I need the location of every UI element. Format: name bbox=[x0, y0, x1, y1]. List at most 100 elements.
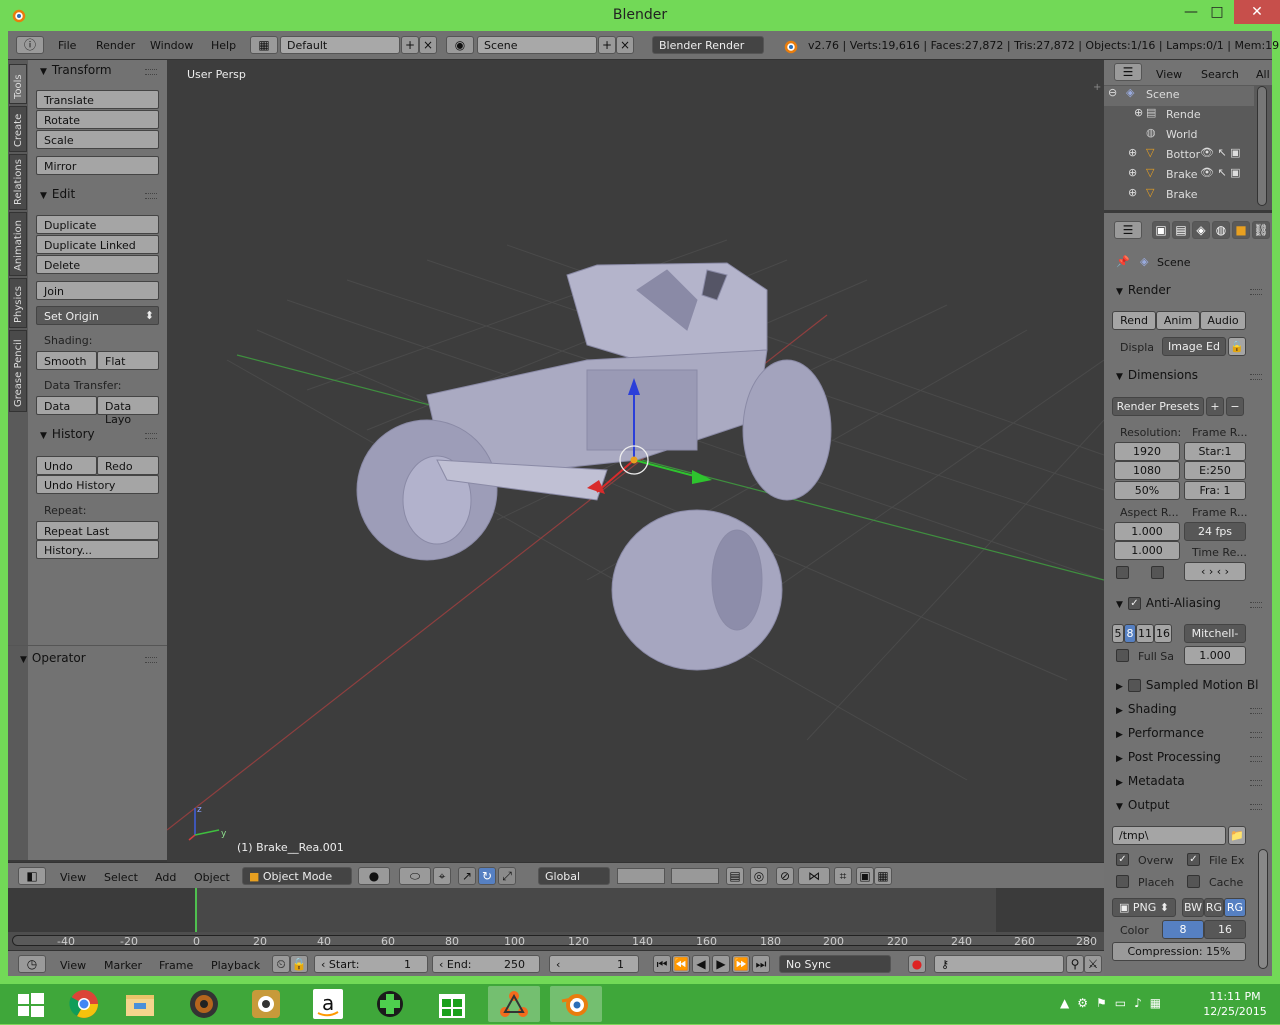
current-frame-line[interactable] bbox=[195, 888, 197, 932]
panel-grip-icon[interactable] bbox=[145, 433, 157, 439]
outliner-row-object[interactable]: ⊕ ▽ Brake 👁 ↖ ▣ bbox=[1104, 166, 1254, 186]
layers-grid-2[interactable] bbox=[671, 868, 719, 884]
time-remap-field[interactable]: ‹ › ‹ › bbox=[1184, 562, 1246, 581]
manipulator-toggle-icon[interactable]: ⌖ bbox=[433, 867, 451, 885]
edit-panel-header[interactable]: ▼ Edit bbox=[40, 187, 75, 201]
start-button[interactable] bbox=[4, 986, 56, 1022]
layout-field[interactable]: Default bbox=[280, 36, 400, 54]
outliner-editor[interactable]: ☰ View Search All ⊖ ◈ Scene ⊕ ▤ Rende ◍ World… bbox=[1104, 60, 1272, 210]
plus-app-icon[interactable] bbox=[364, 986, 416, 1022]
clock-icon[interactable]: ◷ bbox=[18, 955, 46, 973]
scene-field[interactable]: Scene bbox=[477, 36, 597, 54]
timeline-ruler[interactable]: -40 -20 0 20 40 60 80 100 120 140 160 18… bbox=[8, 932, 1104, 950]
menu-file[interactable]: File bbox=[58, 39, 76, 52]
menu-all[interactable]: All bbox=[1256, 68, 1270, 81]
jump-start-icon[interactable]: ⏮ bbox=[653, 955, 671, 973]
chrome-icon[interactable] bbox=[58, 986, 110, 1022]
transform-panel-header[interactable]: ▼ Transform bbox=[40, 63, 112, 77]
render-engine-select[interactable]: Blender Render bbox=[652, 36, 764, 54]
render-panel-header[interactable]: ▼ Render bbox=[1116, 283, 1171, 297]
undo-button[interactable]: Undo bbox=[36, 456, 97, 475]
translate-manipulator-icon[interactable]: ↗ bbox=[458, 867, 476, 885]
file-explorer-icon[interactable] bbox=[114, 986, 166, 1022]
scene-icon[interactable]: ◉ bbox=[446, 36, 474, 54]
render-preview-icon[interactable]: ▣ bbox=[856, 867, 874, 885]
media-app-icon[interactable] bbox=[240, 986, 292, 1022]
menu-playback[interactable]: Playback bbox=[211, 959, 260, 972]
object-tab-icon[interactable]: ■ bbox=[1232, 221, 1250, 239]
menu-view[interactable]: View bbox=[60, 871, 86, 884]
panel-grip-icon[interactable] bbox=[1250, 732, 1262, 738]
set-origin-dropdown[interactable]: Set Origin ⬍ bbox=[36, 306, 159, 325]
duplicate-button[interactable]: Duplicate bbox=[36, 215, 159, 234]
antialiasing-panel-header[interactable]: ▼ ✓ Anti-Aliasing bbox=[1116, 596, 1221, 610]
lock-icon[interactable]: 🔒 bbox=[290, 955, 308, 973]
post-processing-panel-header[interactable]: ▶ Post Processing bbox=[1116, 750, 1221, 764]
folder-icon[interactable]: 📁 bbox=[1228, 826, 1246, 845]
tab-tools[interactable]: Tools bbox=[9, 64, 27, 104]
panel-grip-icon[interactable] bbox=[145, 69, 157, 75]
jump-end-icon[interactable]: ⏭ bbox=[752, 955, 770, 973]
placeholders-checkbox[interactable] bbox=[1116, 875, 1129, 888]
menu-object[interactable]: Object bbox=[194, 871, 230, 884]
render-animation-icon[interactable]: ▦ bbox=[874, 867, 892, 885]
menu-view[interactable]: View bbox=[1156, 68, 1182, 81]
keying-set-field[interactable]: ⚷ bbox=[934, 955, 1064, 973]
pivot-point-icon[interactable]: ⬭ bbox=[399, 867, 431, 885]
full-sample-checkbox[interactable] bbox=[1116, 649, 1129, 662]
fps-select[interactable]: 24 fps bbox=[1184, 522, 1246, 541]
aa-filter-select[interactable]: Mitchell- bbox=[1184, 624, 1246, 643]
history-button[interactable]: History... bbox=[36, 540, 159, 559]
sync-mode-select[interactable]: No Sync bbox=[779, 955, 891, 973]
store-icon[interactable] bbox=[426, 986, 478, 1022]
performance-panel-header[interactable]: ▶ Performance bbox=[1116, 726, 1204, 740]
outliner-row-object[interactable]: ⊕ ▽ Bottor 👁 ↖ ▣ bbox=[1104, 146, 1254, 166]
remove-layout-icon[interactable]: × bbox=[419, 36, 437, 54]
panel-grip-icon[interactable] bbox=[1250, 804, 1262, 810]
end-frame-field[interactable]: ‹ End: 250 bbox=[432, 955, 540, 973]
taskbar-clock[interactable]: 11:11 PM 12/25/2015 bbox=[1195, 989, 1275, 1019]
menu-help[interactable]: Help bbox=[211, 39, 236, 52]
insert-keyframe-icon[interactable]: ⚲ bbox=[1066, 955, 1084, 973]
tab-physics[interactable]: Physics bbox=[9, 278, 27, 328]
aa-samples-8[interactable]: 8 bbox=[1124, 624, 1136, 643]
preview-range-icon[interactable]: ⏲ bbox=[272, 955, 290, 973]
menu-render[interactable]: Render bbox=[96, 39, 135, 52]
audio-button[interactable]: Audio bbox=[1200, 311, 1246, 330]
duplicate-linked-button[interactable]: Duplicate Linked bbox=[36, 235, 159, 254]
timeline-editor[interactable]: -40 -20 0 20 40 60 80 100 120 140 160 18… bbox=[8, 888, 1104, 950]
menu-marker[interactable]: Marker bbox=[104, 959, 142, 972]
remove-preset-icon[interactable]: − bbox=[1226, 397, 1244, 416]
frame-end-field[interactable]: E:250 bbox=[1184, 461, 1246, 480]
rotate-manipulator-icon[interactable]: ↻ bbox=[478, 867, 496, 885]
tab-create[interactable]: Create bbox=[9, 106, 27, 152]
output-panel-header[interactable]: ▼ Output bbox=[1116, 798, 1170, 812]
panel-grip-icon[interactable] bbox=[1250, 289, 1262, 295]
tab-animation[interactable]: Animation bbox=[9, 212, 27, 276]
transform-orientation-select[interactable]: Global bbox=[538, 867, 610, 885]
output-path-field[interactable]: /tmp\ bbox=[1112, 826, 1226, 845]
aa-samples-11[interactable]: 11 bbox=[1136, 624, 1154, 643]
panel-grip-icon[interactable] bbox=[1250, 602, 1262, 608]
render-layers-tab-icon[interactable]: ▤ bbox=[1172, 221, 1190, 239]
add-preset-icon[interactable]: + bbox=[1206, 397, 1224, 416]
menu-select[interactable]: Select bbox=[104, 871, 138, 884]
color-rgba-button[interactable]: RG bbox=[1224, 898, 1246, 917]
resolution-percent-field[interactable]: 50% bbox=[1114, 481, 1180, 500]
flat-button[interactable]: Flat bbox=[97, 351, 159, 370]
delete-keyframe-icon[interactable]: ⚔ bbox=[1084, 955, 1102, 973]
speaker-app-icon[interactable] bbox=[178, 986, 230, 1022]
delete-button[interactable]: Delete bbox=[36, 255, 159, 274]
tab-grease-pencil[interactable]: Grease Pencil bbox=[9, 330, 27, 412]
editor-type-icon[interactable]: ☰ bbox=[1114, 221, 1142, 239]
overwrite-checkbox[interactable]: ✓ bbox=[1116, 853, 1129, 866]
render-tab-icon[interactable]: ▣ bbox=[1152, 221, 1170, 239]
scene-tab-icon[interactable]: ◈ bbox=[1192, 221, 1210, 239]
properties-editor[interactable]: ☰ ▣ ▤ ◈ ◍ ■ ⛓ 📌 ◈ Scene ▼ Render Rend Ani… bbox=[1104, 213, 1272, 976]
editor-type-icon[interactable]: ☰ bbox=[1114, 63, 1142, 81]
data-button[interactable]: Data bbox=[36, 396, 97, 415]
color-rgb-button[interactable]: RG bbox=[1204, 898, 1224, 917]
render-button[interactable]: Rend bbox=[1112, 311, 1156, 330]
maximize-button[interactable]: □ bbox=[1200, 0, 1234, 24]
record-icon[interactable]: ● bbox=[908, 955, 926, 973]
